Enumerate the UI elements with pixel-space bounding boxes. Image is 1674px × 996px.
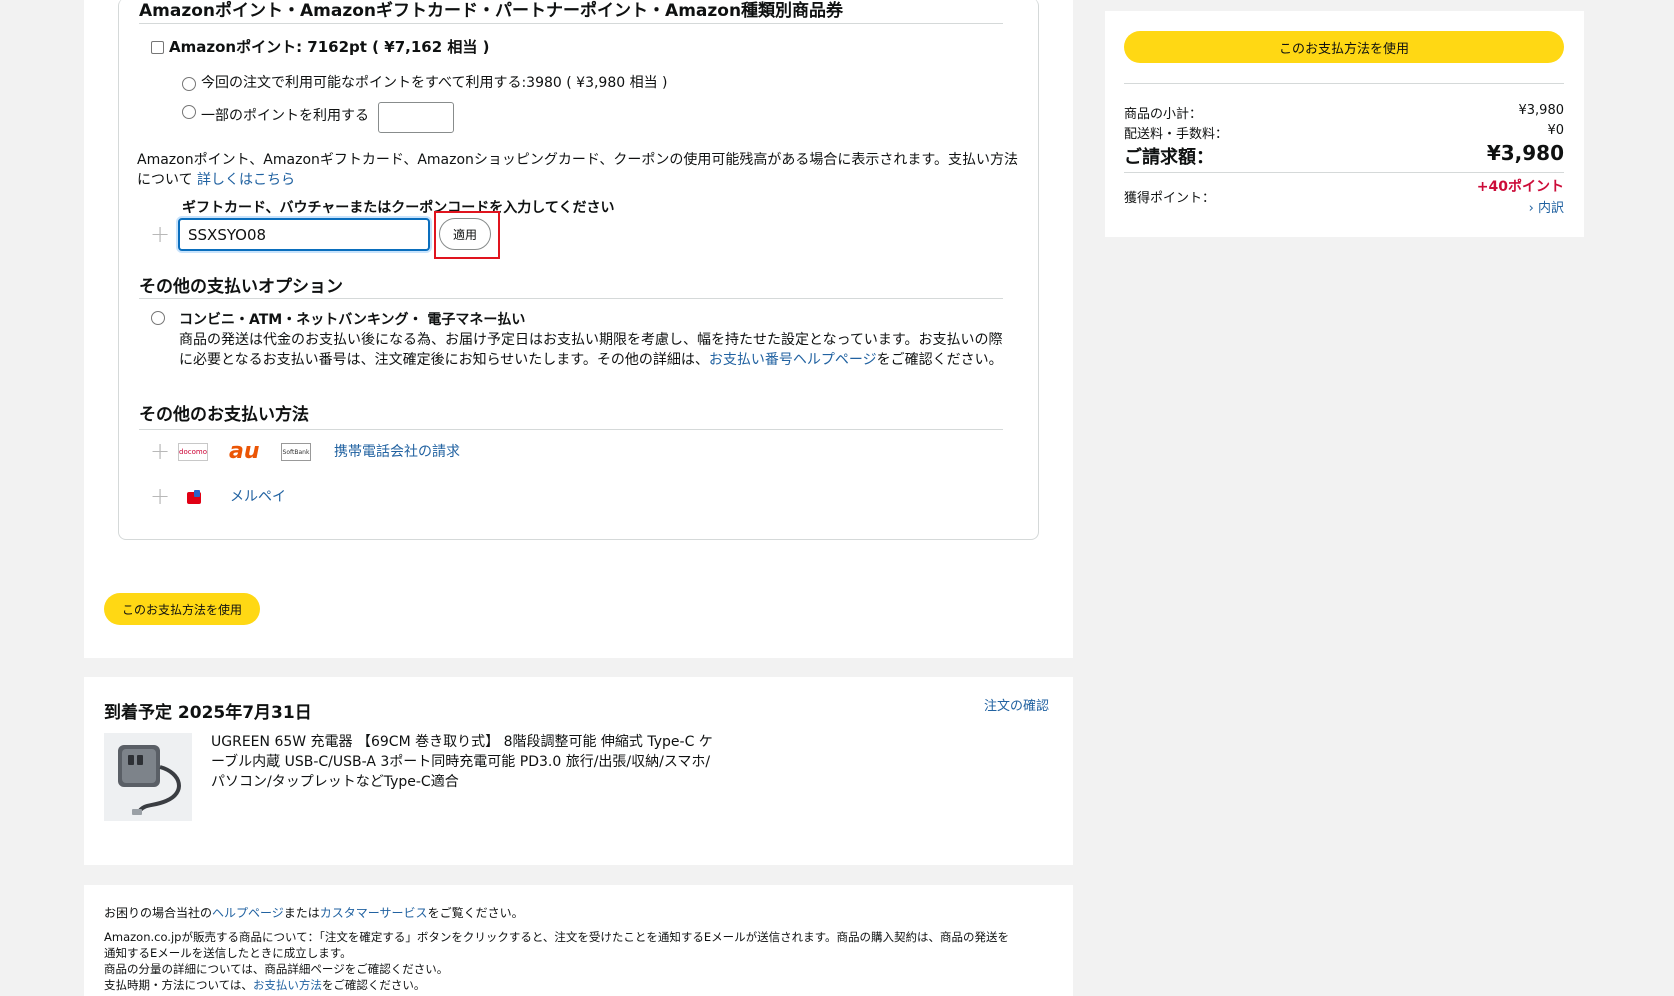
review-order-link[interactable]: 注文の確認	[984, 697, 1049, 717]
carrier-billing-link[interactable]: 携帯電話会社の請求	[334, 442, 460, 462]
divider	[139, 429, 1003, 430]
docomo-logo: docomo	[178, 443, 208, 461]
help-text-mid: または	[283, 906, 320, 920]
use-payment-method-button-summary[interactable]: このお支払方法を使用	[1124, 31, 1564, 63]
order-summary-panel: このお支払方法を使用 商品の小計： ¥3,980 配送料・手数料： ¥0 ご請求…	[1105, 11, 1584, 237]
balance-info-text: Amazonポイント、Amazonギフトカード、Amazonショッピングカード、…	[137, 152, 1018, 168]
code-label: ギフトカード、バウチャーまたはクーポンコードを入力してください	[182, 200, 615, 216]
plus-icon[interactable]: +	[150, 439, 170, 463]
payment-panel: Amazonポイント・Amazonギフトカード・パートナーポイント・Amazon…	[84, 0, 1073, 658]
total-row: ご請求額： ¥3,980	[1124, 141, 1564, 169]
charger-icon	[118, 745, 181, 815]
points-checkbox[interactable]	[151, 41, 164, 54]
payment-methods-link[interactable]: お支払い方法	[253, 978, 322, 992]
earned-points-value: +40ポイント	[1476, 179, 1564, 195]
subtotal-value: ¥3,980	[1518, 103, 1565, 118]
use-all-points-radio[interactable]	[182, 77, 196, 91]
softbank-logo: SoftBank	[281, 443, 311, 461]
help-text-post: をご覧ください。	[427, 906, 524, 920]
divider	[1124, 172, 1564, 173]
divider	[1124, 83, 1564, 84]
convenience-payment-title: コンビニ・ATM・ネットバンキング・ 電子マネー払い	[179, 312, 526, 328]
help-page-link[interactable]: ヘルプページ	[212, 906, 284, 920]
customer-service-link[interactable]: カスタマーサービス	[320, 906, 428, 920]
learn-more-link[interactable]: 詳しくはこちら	[197, 172, 295, 188]
other-options-title: その他の支払いオプション	[139, 277, 343, 297]
help-text: お困りの場合当社のヘルプページまたはカスタマーサービスをご覧ください。	[104, 903, 524, 923]
terms-line4-pre: 支払時期・方法については、	[104, 978, 253, 992]
merpay-icon	[187, 490, 201, 504]
shipping-value: ¥0	[1547, 123, 1564, 138]
use-all-points-label: 今回の注文で利用可能なポイントをすべて利用する:3980 ( ¥3,980 相当…	[201, 75, 668, 91]
help-text-pre: お困りの場合当社の	[104, 906, 213, 920]
balance-info-text-2-label: について	[137, 172, 193, 188]
product-image[interactable]	[104, 733, 192, 821]
use-some-points-label: 一部のポイントを利用する	[201, 108, 369, 124]
product-title-line3[interactable]: パソコン/タップレットなどType-C適合	[211, 772, 459, 792]
points-amount-input[interactable]	[378, 102, 454, 133]
merpay-link[interactable]: メルペイ	[230, 487, 286, 507]
shipping-row: 配送料・手数料： ¥0	[1124, 123, 1564, 142]
balance-info-text-2: について 詳しくはこちら	[137, 170, 295, 190]
plus-icon[interactable]: +	[150, 484, 170, 508]
convenience-payment-desc-2: に必要となるお支払い番号は、注文確定後にお知らせいたします。その他の詳細は、お支…	[179, 350, 1003, 370]
delivery-panel: 到着予定 2025年7月31日 注文の確認 UGREEN 65W 充電器 【69…	[84, 677, 1073, 865]
gift-section-title: Amazonポイント・Amazonギフトカード・パートナーポイント・Amazon…	[139, 1, 844, 21]
convenience-desc-text-end: をご確認ください。	[876, 352, 1003, 368]
divider	[139, 23, 1003, 24]
au-logo: au	[229, 439, 260, 464]
use-some-points-radio[interactable]	[182, 105, 196, 119]
use-payment-method-button[interactable]: このお支払方法を使用	[104, 593, 260, 625]
gift-code-input[interactable]	[178, 218, 430, 251]
convenience-payment-radio[interactable]	[151, 311, 165, 325]
points-checkbox-label: Amazonポイント: 7162pt ( ¥7,162 相当 )	[169, 38, 490, 56]
terms-line4: 支払時期・方法については、お支払い方法をご確認ください。	[104, 975, 425, 995]
apply-code-button[interactable]: 適用	[439, 218, 491, 250]
delivery-title: 到着予定 2025年7月31日	[104, 703, 312, 723]
shipping-label: 配送料・手数料：	[1124, 127, 1229, 142]
subtotal-row: 商品の小計： ¥3,980	[1124, 103, 1564, 122]
subtotal-label: 商品の小計：	[1124, 107, 1203, 122]
breakdown-link[interactable]: › 内訳	[1124, 197, 1564, 216]
convenience-payment-desc: 商品の発送は代金のお支払い後になる為、お届け予定日はお支払い期限を考慮し、幅を持…	[179, 332, 1003, 348]
product-title-line2[interactable]: ーブル内蔵 USB-C/USB-A 3ポート同時充電可能 PD3.0 旅行/出張…	[211, 752, 710, 772]
footer-panel: お困りの場合当社のヘルプページまたはカスタマーサービスをご覧ください。 Amaz…	[84, 885, 1073, 996]
product-title-line1[interactable]: UGREEN 65W 充電器 【69CM 巻き取り式】 8階段調整可能 伸縮式 …	[211, 732, 713, 752]
total-value: ¥3,980	[1486, 141, 1564, 165]
divider	[139, 298, 1003, 299]
terms-line4-post: をご確認ください。	[321, 978, 426, 992]
convenience-desc-text: に必要となるお支払い番号は、注文確定後にお知らせいたします。その他の詳細は、	[179, 352, 709, 368]
other-methods-title: その他のお支払い方法	[139, 405, 309, 425]
plus-icon[interactable]: +	[150, 222, 170, 246]
total-label: ご請求額：	[1124, 147, 1214, 168]
payment-number-help-link[interactable]: お支払い番号ヘルプページ	[709, 352, 877, 368]
